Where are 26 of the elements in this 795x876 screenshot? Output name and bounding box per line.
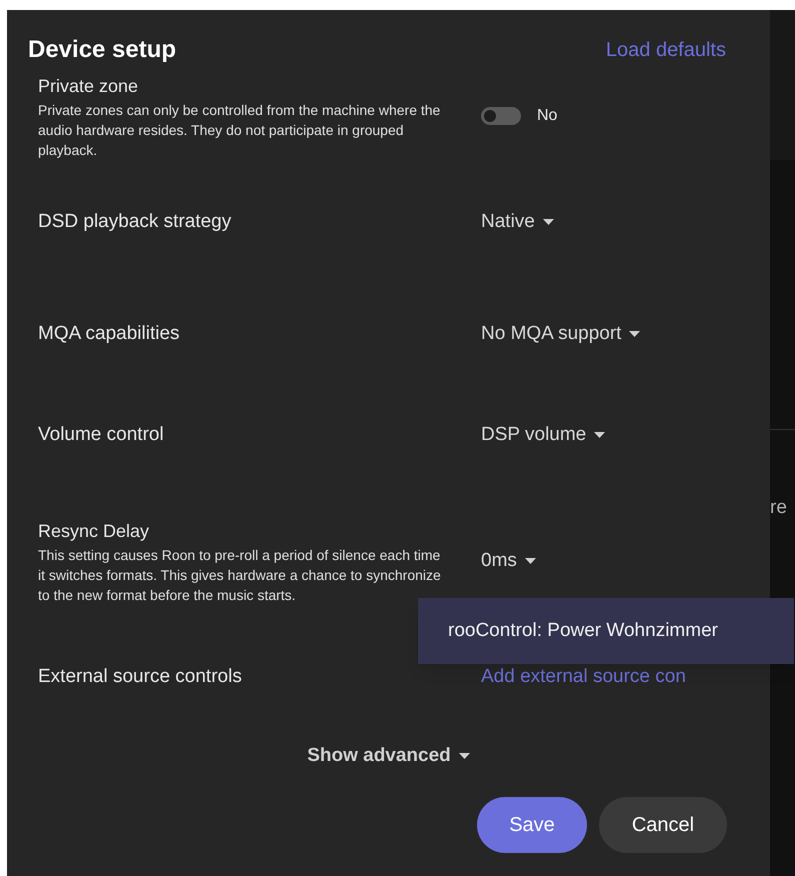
caret-icon [594,432,606,438]
dropdown-button[interactable]: DSP volume [481,420,606,450]
cancel-button[interactable]: Cancel [599,796,727,852]
load-defaults-link[interactable]: Load defaults [606,35,726,65]
setting-label: Resync Delay [38,520,150,543]
background-text: re [770,496,788,520]
menu-item[interactable]: rooControl: Power Wohnzimmer [448,616,794,646]
caret-icon [542,218,554,226]
toggle-value: No [537,106,558,126]
setting-label: Volume control [38,422,165,447]
dialog-title: Device setup [28,35,176,65]
setting-description: This setting causes Roon to pre-roll a period of silence each time it switches formats. This gives hardware a chance to synchronize to the new format before the music starts. [38,546,442,604]
setting-label: MQA capabilities [38,322,181,346]
setting-label: External source controls [38,664,243,689]
setting-label: DSD playback strategy [38,210,232,234]
dropdown-button[interactable]: Native [481,208,554,236]
caret-icon [458,752,470,760]
caret-icon [524,558,536,564]
save-button[interactable]: Save [477,796,587,852]
setting-description: Private zones can only be controlled from the machine where the audio hardware resides. They do not participate in grouped playback. [38,100,442,160]
caret-icon [629,330,640,338]
dropdown-button[interactable]: 0ms [481,546,536,576]
show-advanced-button[interactable]: Show advanced [307,742,470,770]
dropdown-button[interactable]: No MQA support [481,320,640,348]
setting-label: Private zone [38,74,140,98]
toggle-switch[interactable] [481,107,521,125]
